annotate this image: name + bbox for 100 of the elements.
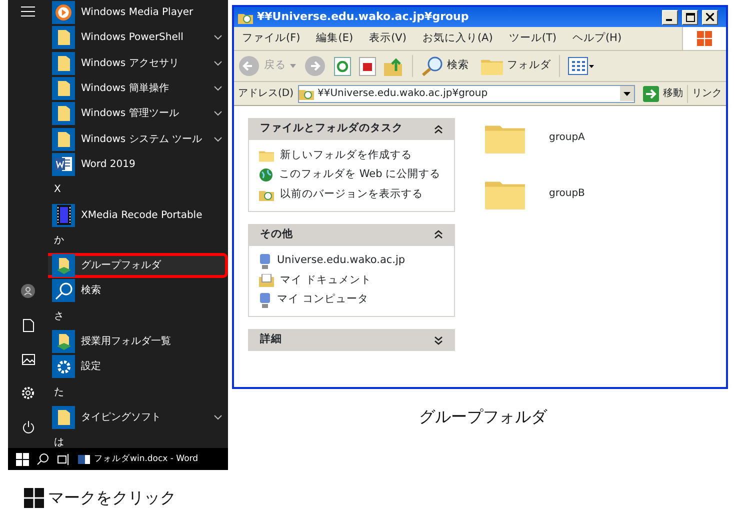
app-list-item[interactable]: 検索: [48, 278, 228, 304]
arrow-right-icon: [643, 86, 659, 102]
maximize-button[interactable]: [682, 10, 698, 24]
folder-icon: [56, 130, 70, 148]
section-letter: か: [54, 234, 64, 248]
shared-folder-icon: [56, 256, 72, 275]
documents-folder-icon: [259, 274, 274, 288]
chevron-down-icon: [214, 35, 222, 40]
collapse-icon[interactable]: [434, 230, 443, 239]
magnifier-icon: [421, 56, 443, 76]
globe-icon: [259, 168, 273, 182]
search-button[interactable]: 検索: [421, 56, 469, 76]
menu-item[interactable]: ツール(T): [508, 30, 556, 46]
app-list-item[interactable]: タイピングソフト: [48, 404, 228, 430]
chevron-down-icon: [214, 86, 222, 92]
app-list-item[interactable]: Windows 管理ツール: [48, 101, 228, 126]
folder-icon: [56, 54, 70, 72]
minimize-button[interactable]: [662, 10, 678, 24]
task-link[interactable]: このフォルダを Web に公開する: [279, 167, 441, 184]
chevron-down-icon: [214, 60, 222, 66]
task-link[interactable]: マイ ドキュメント: [280, 272, 372, 289]
task-panel-header[interactable]: その他: [248, 224, 455, 246]
menu-item[interactable]: 編集(E): [316, 30, 354, 46]
address-field[interactable]: ¥¥Universe.edu.wako.ac.jp¥group: [298, 84, 635, 102]
folder-item[interactable]: groupB: [485, 176, 585, 210]
task-panel-header[interactable]: ファイルとフォルダのタスク: [248, 118, 455, 140]
folder-item[interactable]: groupA: [485, 120, 585, 154]
task-link[interactable]: 新しいフォルダを作成する: [280, 148, 412, 164]
section-letter: X: [54, 183, 61, 198]
app-list-item[interactable]: Windows 簡単操作: [48, 76, 228, 102]
menu-item[interactable]: ヘルプ(H): [572, 30, 622, 46]
refresh-icon[interactable]: [334, 56, 351, 76]
close-icon: [706, 13, 714, 21]
power-icon[interactable]: [22, 420, 34, 434]
panel-title: 詳細: [260, 332, 282, 348]
section-letter: は: [54, 436, 64, 448]
folder-icon: [56, 105, 70, 122]
app-list-item[interactable]: グループフォルダ: [48, 252, 228, 278]
clock-folder-icon: [259, 188, 274, 202]
caption: マークをクリック: [48, 487, 176, 509]
search-icon[interactable]: [37, 453, 49, 465]
computer-icon: [259, 292, 271, 308]
section-letter: た: [54, 386, 64, 400]
app-list-item[interactable]: 設定: [48, 354, 228, 380]
task-panel-header[interactable]: 詳細: [248, 329, 455, 351]
chevron-down-icon: [214, 414, 222, 420]
panel-title: ファイルとフォルダのタスク: [260, 121, 403, 136]
shared-folder-icon: [298, 87, 314, 100]
word-icon: [54, 156, 72, 172]
folder-icon: [259, 149, 274, 162]
caption: グループフォルダ: [419, 407, 547, 426]
picture-icon[interactable]: [22, 354, 34, 364]
play-icon: [55, 4, 72, 22]
task-view-icon[interactable]: [57, 454, 70, 464]
links-button[interactable]: リンク: [692, 86, 722, 101]
app-list-item[interactable]: 授業用フォルダ一覧: [48, 328, 228, 354]
menu-item[interactable]: お気に入り(A): [422, 30, 493, 46]
folder-up-icon[interactable]: [384, 56, 404, 76]
views-icon[interactable]: [568, 57, 594, 75]
menu-icon[interactable]: [21, 6, 35, 17]
menu-item[interactable]: 表示(V): [369, 30, 406, 46]
start-button[interactable]: [16, 452, 29, 466]
settings-icon[interactable]: [21, 386, 35, 400]
folders-button[interactable]: フォルダ: [481, 57, 551, 75]
folder-icon: [56, 29, 70, 46]
task-link[interactable]: マイ コンピュータ: [277, 292, 368, 308]
close-button[interactable]: [702, 10, 718, 24]
expand-icon[interactable]: [434, 336, 443, 344]
window-title: ¥¥Universe.edu.wako.ac.jp¥group: [257, 8, 470, 25]
caret-icon: [290, 64, 296, 68]
word-icon: [78, 454, 90, 464]
stop-icon[interactable]: [359, 56, 376, 76]
windows-logo-icon: [24, 488, 44, 508]
chevron-down-icon: [214, 136, 222, 142]
document-icon[interactable]: [22, 318, 34, 332]
section-letter: さ: [54, 310, 64, 324]
search-icon: [54, 282, 72, 300]
user-avatar-icon[interactable]: [21, 284, 35, 298]
address-label: アドレス(D): [238, 87, 294, 101]
panel-title: その他: [260, 226, 293, 242]
go-button[interactable]: 移動: [643, 86, 683, 102]
maximize-icon: [686, 12, 694, 22]
folder-icon: [56, 80, 70, 98]
folder-icon: [481, 57, 503, 75]
app-list-item[interactable]: Windows システム ツール: [48, 126, 228, 152]
app-list-item[interactable]: Word 2019: [48, 152, 228, 178]
collapse-icon[interactable]: [434, 124, 443, 134]
shared-folder-icon: [56, 332, 72, 350]
task-link[interactable]: Universe.edu.wako.ac.jp: [277, 253, 406, 270]
app-list-item[interactable]: Windows PowerShell: [48, 25, 228, 51]
app-list-item[interactable]: Windows アクセサリ: [48, 50, 228, 76]
folder-icon: [56, 408, 70, 426]
app-list-item[interactable]: XMedia Recode Portable: [48, 202, 228, 228]
windows-flag-icon: [697, 31, 712, 46]
app-list-item[interactable]: Windows Media Player: [48, 0, 228, 26]
film-icon: [56, 205, 70, 226]
dropdown-icon[interactable]: [620, 86, 634, 101]
task-link[interactable]: 以前のバージョンを表示する: [280, 186, 423, 203]
menu-item[interactable]: ファイル(F): [242, 30, 300, 46]
chevron-down-icon: [214, 111, 222, 116]
